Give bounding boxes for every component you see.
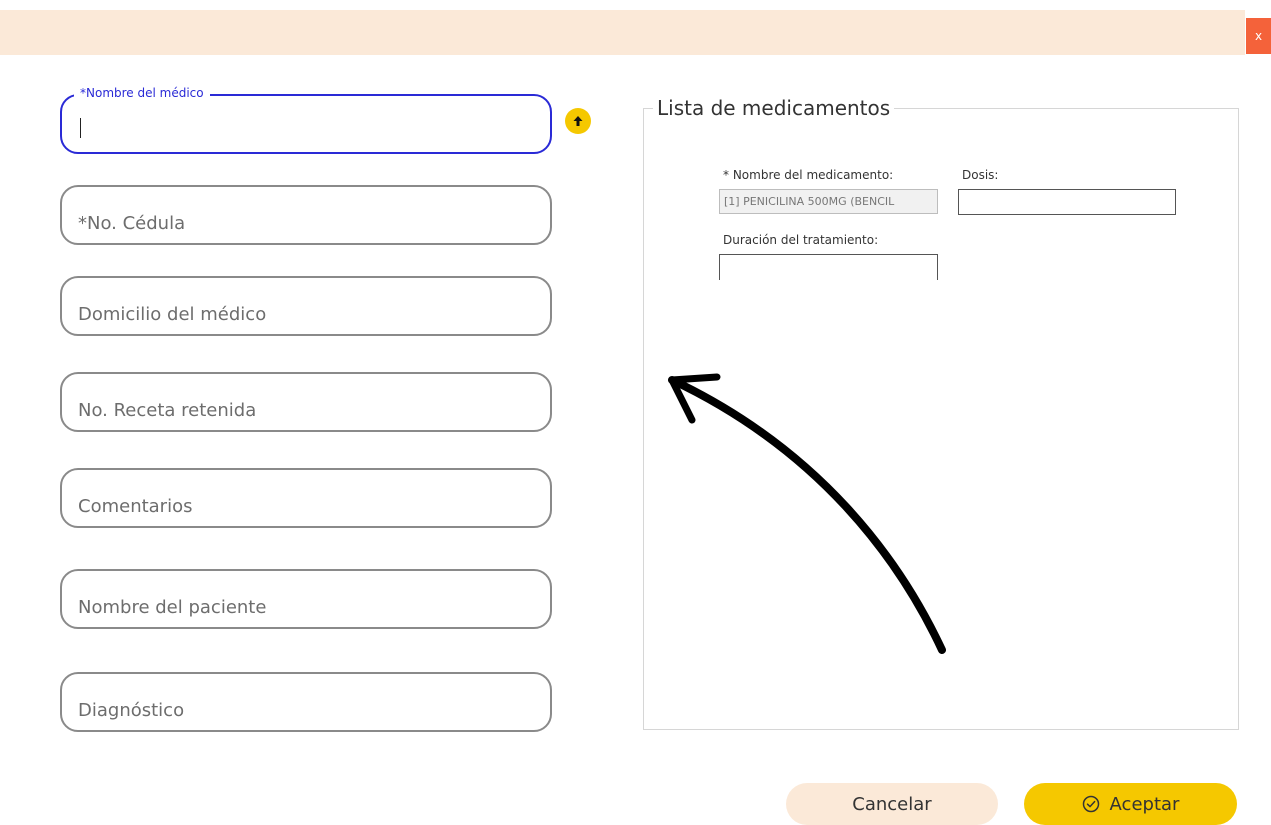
cancel-label: Cancelar	[852, 793, 932, 815]
duration-input[interactable]	[719, 254, 938, 280]
patient-name-placeholder: Nombre del paciente	[78, 597, 267, 618]
medication-name-input[interactable]: [1] PENICILINA 500MG (BENCIL	[719, 189, 938, 214]
text-cursor	[80, 118, 81, 138]
dose-label: Dosis:	[962, 168, 999, 182]
comments-placeholder: Comentarios	[78, 496, 193, 517]
accept-button[interactable]: Aceptar	[1024, 783, 1237, 825]
accept-label: Aceptar	[1109, 793, 1180, 815]
cedula-placeholder: *No. Cédula	[78, 213, 186, 234]
retained-prescription-field[interactable]: No. Receta retenida	[60, 372, 552, 432]
arrow-up-icon	[573, 116, 583, 126]
close-button[interactable]: x	[1246, 18, 1271, 54]
duration-label: Duración del tratamiento:	[723, 233, 879, 247]
medication-name-label: * Nombre del medicamento:	[723, 168, 894, 182]
doctor-name-field[interactable]: *Nombre del médico	[60, 86, 552, 154]
cancel-button[interactable]: Cancelar	[786, 783, 998, 825]
dialog-header-bar	[0, 10, 1245, 55]
close-label: x	[1254, 29, 1263, 43]
patient-name-field[interactable]: Nombre del paciente	[60, 569, 552, 629]
retained-prescription-placeholder: No. Receta retenida	[78, 400, 257, 421]
doctor-address-field[interactable]: Domicilio del médico	[60, 276, 552, 336]
comments-field[interactable]: Comentarios	[60, 468, 552, 528]
medication-list-title: Lista de medicamentos	[653, 96, 895, 120]
check-circle-icon	[1082, 795, 1100, 813]
upload-button[interactable]	[565, 108, 591, 134]
dose-input[interactable]	[958, 189, 1176, 215]
diagnosis-field[interactable]: Diagnóstico	[60, 672, 552, 732]
diagnosis-placeholder: Diagnóstico	[78, 700, 185, 721]
doctor-address-placeholder: Domicilio del médico	[78, 304, 267, 325]
doctor-name-label: *Nombre del médico	[74, 86, 210, 100]
cedula-field[interactable]: *No. Cédula	[60, 185, 552, 245]
